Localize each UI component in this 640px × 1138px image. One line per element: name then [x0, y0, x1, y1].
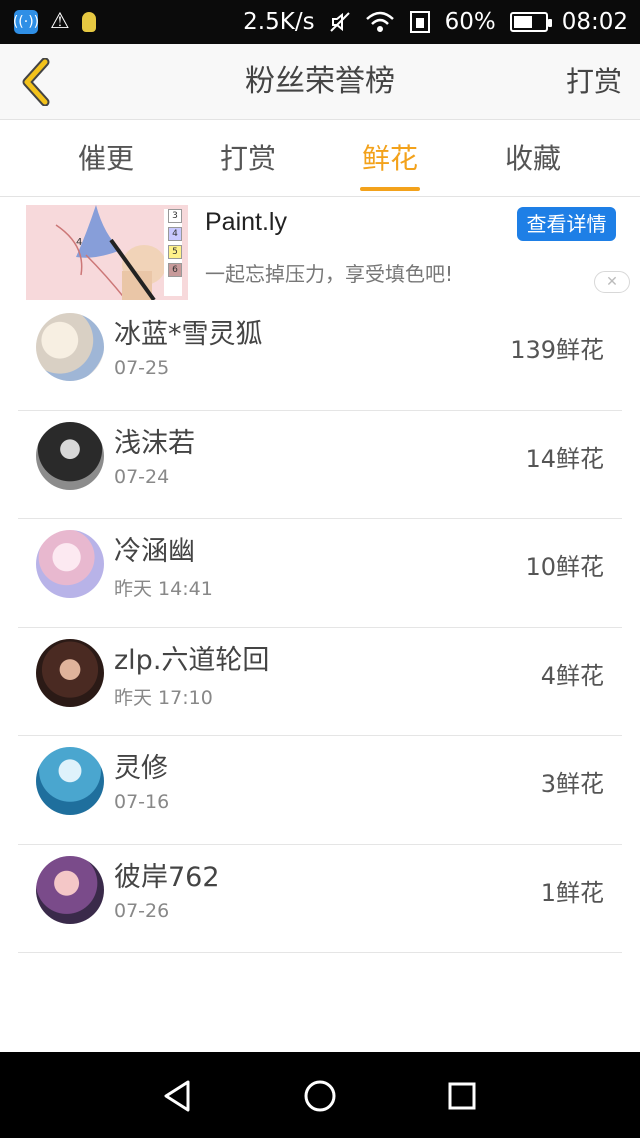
mute-icon	[329, 11, 351, 33]
fan-name: 彼岸762	[114, 861, 220, 893]
fan-ranking-list: 冰蓝*雪灵狐 07-25 139鲜花 浅沫若 07-24 14鲜花 冷涵幽 昨天…	[18, 302, 622, 953]
nav-back-button[interactable]	[156, 1074, 200, 1118]
back-triangle-icon	[164, 1080, 190, 1112]
ad-description: 一起忘掉压力，享受填色吧!	[205, 262, 454, 286]
nav-recents-button[interactable]	[440, 1074, 484, 1118]
battery-icon	[509, 12, 552, 32]
palette-swatch: 3	[168, 209, 182, 223]
status-left-icons: ((·)) ⚠	[13, 8, 96, 36]
bulb-icon	[81, 12, 96, 32]
list-item[interactable]: 冰蓝*雪灵狐 07-25 139鲜花	[18, 302, 622, 411]
sim-icon	[409, 10, 431, 34]
ad-image-number: 4	[76, 237, 82, 248]
list-item[interactable]: 彼岸762 07-26 1鲜花	[18, 845, 622, 953]
ad-details-button[interactable]: 查看详情	[517, 207, 616, 241]
status-bar: ((·)) ⚠ 2.5K/s 60% 08:02	[0, 0, 640, 44]
tab-favorites[interactable]: 收藏	[473, 121, 593, 197]
tab-reward[interactable]: 打赏	[188, 121, 308, 197]
palette-swatch: 5	[168, 245, 182, 259]
home-circle-icon	[304, 1080, 336, 1112]
list-item[interactable]: 灵修 07-16 3鲜花	[18, 736, 622, 845]
avatar	[36, 530, 104, 598]
fan-date: 07-26	[114, 899, 170, 922]
ad-illustration: 4	[26, 205, 188, 300]
fan-name: 浅沫若	[114, 427, 195, 459]
fan-date: 昨天 17:10	[114, 686, 213, 709]
system-nav-bar	[0, 1052, 640, 1138]
close-icon[interactable]: ✕	[594, 271, 630, 293]
tab-urge[interactable]: 催更	[46, 121, 166, 197]
recents-square-icon	[448, 1082, 476, 1110]
tab-label: 打赏	[219, 142, 276, 175]
top-bar: 粉丝荣誉榜 打赏	[0, 44, 640, 120]
fan-name: zlp.六道轮回	[114, 644, 270, 676]
tab-bar: 催更 打赏 鲜花 收藏	[0, 121, 640, 197]
fan-name: 灵修	[114, 753, 168, 784]
avatar	[36, 313, 104, 381]
flower-count: 3鲜花	[540, 770, 604, 798]
nav-home-button[interactable]	[298, 1074, 342, 1118]
tab-flowers[interactable]: 鲜花	[330, 121, 450, 197]
flower-count: 1鲜花	[540, 878, 604, 907]
fan-date: 07-25	[114, 357, 170, 379]
warning-icon: ⚠	[50, 9, 70, 34]
ad-banner[interactable]: 4 3 4 5 6 Paint.ly 一起忘掉压力，享受填色吧! 查看详情 ✕	[0, 198, 640, 302]
avatar	[36, 855, 104, 924]
list-item[interactable]: 浅沫若 07-24 14鲜花	[18, 411, 622, 519]
ad-image: 4 3 4 5 6	[26, 205, 188, 300]
tab-label: 催更	[77, 142, 134, 175]
wifi-icon	[365, 11, 395, 33]
tab-label: 收藏	[504, 142, 561, 175]
list-item[interactable]: zlp.六道轮回 昨天 17:10 4鲜花	[18, 628, 622, 736]
battery-percent: 60%	[444, 9, 496, 35]
fan-name: 冷涵幽	[114, 536, 195, 567]
flower-count: 4鲜花	[540, 661, 604, 690]
flower-count: 10鲜花	[525, 553, 604, 581]
tab-label: 鲜花	[361, 142, 418, 175]
fan-date: 07-24	[114, 465, 170, 488]
clock: 08:02	[561, 9, 628, 35]
flower-count: 139鲜花	[510, 336, 604, 364]
status-right: 2.5K/s 60% 08:02	[243, 0, 628, 44]
avatar	[36, 638, 104, 707]
avatar	[36, 747, 104, 815]
flower-count: 14鲜花	[525, 444, 604, 473]
fan-date: 昨天 14:41	[114, 578, 213, 600]
fan-date: 07-16	[114, 791, 170, 813]
signal-app-icon: ((·))	[13, 10, 39, 34]
list-item[interactable]: 冷涵幽 昨天 14:41 10鲜花	[18, 519, 622, 628]
ad-title: Paint.ly	[205, 208, 287, 236]
fan-name: 冰蓝*雪灵狐	[114, 319, 263, 350]
palette-swatch: 4	[168, 227, 182, 241]
avatar	[36, 421, 104, 490]
palette-swatch: 6	[168, 263, 182, 277]
ad-palette: 3 4 5 6	[168, 209, 182, 281]
reward-button[interactable]: 打赏	[566, 44, 622, 120]
tab-underline	[360, 187, 420, 191]
page-title: 粉丝荣誉榜	[245, 64, 395, 99]
network-speed: 2.5K/s	[243, 9, 315, 35]
